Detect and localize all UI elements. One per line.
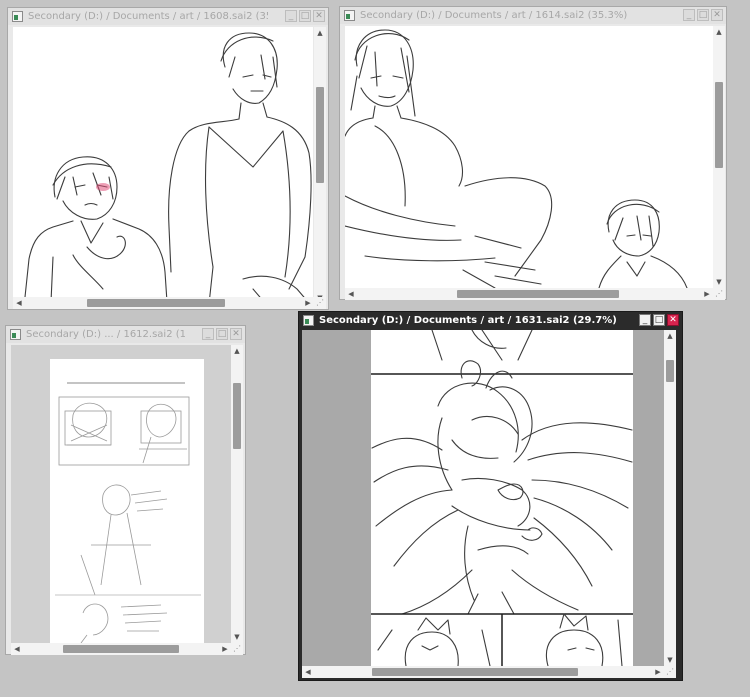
document-window-1612[interactable]: Secondary (D:) ... / 1612.sai2 (17.6%) _… xyxy=(5,325,246,655)
arrow-left-icon[interactable]: ◀ xyxy=(13,297,25,309)
window-titlebar[interactable]: Secondary (D:) ... / 1612.sai2 (17.6%) _… xyxy=(6,326,245,343)
close-button[interactable]: ✕ xyxy=(711,9,723,21)
window-title: Secondary (D:) / Documents / art / 1614.… xyxy=(360,10,628,21)
vertical-scrollbar[interactable]: ▲ ▼ xyxy=(314,27,326,304)
arrow-right-icon[interactable]: ▶ xyxy=(302,297,314,309)
arrow-down-icon[interactable]: ▼ xyxy=(231,631,243,643)
sai-document-icon xyxy=(344,10,355,21)
document-window-1614[interactable]: Secondary (D:) / Documents / art / 1614.… xyxy=(339,6,727,300)
arrow-up-icon[interactable]: ▲ xyxy=(713,26,725,38)
scroll-thumb[interactable] xyxy=(372,668,578,676)
vertical-scrollbar[interactable]: ▲ ▼ xyxy=(231,345,243,643)
scroll-thumb[interactable] xyxy=(666,360,674,382)
resize-grip-icon[interactable]: ⋰ xyxy=(231,643,243,655)
drawing-canvas[interactable] xyxy=(11,345,231,643)
document-window-1631[interactable]: Secondary (D:) / Documents / art / 1631.… xyxy=(298,311,683,681)
sketch-two-characters xyxy=(24,32,312,304)
scroll-thumb[interactable] xyxy=(715,82,723,168)
resize-grip-icon[interactable]: ⋰ xyxy=(664,666,676,678)
resize-grip-icon[interactable]: ⋰ xyxy=(314,297,326,309)
scroll-thumb[interactable] xyxy=(63,645,179,653)
arrow-down-icon[interactable]: ▼ xyxy=(664,654,676,666)
maximize-button[interactable]: □ xyxy=(216,328,228,340)
minimize-button[interactable]: _ xyxy=(285,10,297,22)
minimize-button[interactable]: _ xyxy=(683,9,695,21)
horizontal-scrollbar[interactable]: ◀ ▶ xyxy=(11,643,231,655)
sai-document-icon xyxy=(303,315,314,326)
arrow-right-icon[interactable]: ▶ xyxy=(652,666,664,678)
vertical-scrollbar[interactable]: ▲ ▼ xyxy=(713,26,725,288)
sai-document-icon xyxy=(10,329,21,340)
sai-document-icon xyxy=(12,11,23,22)
horizontal-scrollbar[interactable]: ◀ ▶ xyxy=(302,666,664,678)
window-title: Secondary (D:) / Documents / art / 1631.… xyxy=(319,315,617,326)
document-window-1608[interactable]: Secondary (D:) / Documents / art / 1608.… xyxy=(7,7,329,310)
drawing-canvas[interactable] xyxy=(302,330,664,666)
scroll-thumb[interactable] xyxy=(457,290,619,298)
close-button[interactable]: ✕ xyxy=(230,328,242,340)
arrow-up-icon[interactable]: ▲ xyxy=(664,330,676,342)
scroll-thumb[interactable] xyxy=(316,87,324,183)
vertical-scrollbar[interactable]: ▲ ▼ xyxy=(664,330,676,666)
scroll-thumb[interactable] xyxy=(233,383,241,449)
window-titlebar[interactable]: Secondary (D:) / Documents / art / 1614.… xyxy=(340,7,726,24)
arrow-up-icon[interactable]: ▲ xyxy=(314,27,326,39)
window-title: Secondary (D:) ... / 1612.sai2 (17.6%) xyxy=(26,329,185,340)
sketch-sitting-man xyxy=(345,29,688,288)
horizontal-scrollbar[interactable]: ◀ ▶ xyxy=(345,288,713,300)
arrow-right-icon[interactable]: ▶ xyxy=(701,288,713,300)
scroll-thumb[interactable] xyxy=(87,299,225,307)
maximize-button[interactable]: □ xyxy=(697,9,709,21)
close-button[interactable]: ✕ xyxy=(667,314,679,326)
drawing-canvas[interactable] xyxy=(345,26,713,288)
arrow-left-icon[interactable]: ◀ xyxy=(11,643,23,655)
drawing-canvas[interactable] xyxy=(13,27,313,304)
window-titlebar[interactable]: Secondary (D:) / Documents / art / 1631.… xyxy=(299,312,682,329)
arrow-up-icon[interactable]: ▲ xyxy=(231,345,243,357)
window-titlebar[interactable]: Secondary (D:) / Documents / art / 1608.… xyxy=(8,8,328,25)
arrow-right-icon[interactable]: ▶ xyxy=(219,643,231,655)
minimize-button[interactable]: _ xyxy=(202,328,214,340)
arrow-left-icon[interactable]: ◀ xyxy=(345,288,357,300)
sketch-winged-embrace-comic xyxy=(371,330,633,666)
window-title: Secondary (D:) / Documents / art / 1608.… xyxy=(28,11,268,22)
resize-grip-icon[interactable]: ⋰ xyxy=(713,288,725,300)
sketch-comic-page-thumbnail xyxy=(50,359,204,643)
arrow-left-icon[interactable]: ◀ xyxy=(302,666,314,678)
maximize-button[interactable]: □ xyxy=(299,10,311,22)
arrow-down-icon[interactable]: ▼ xyxy=(713,276,725,288)
maximize-button[interactable]: □ xyxy=(653,314,665,326)
horizontal-scrollbar[interactable]: ◀ ▶ xyxy=(13,297,314,309)
minimize-button[interactable]: _ xyxy=(639,314,651,326)
close-button[interactable]: ✕ xyxy=(313,10,325,22)
